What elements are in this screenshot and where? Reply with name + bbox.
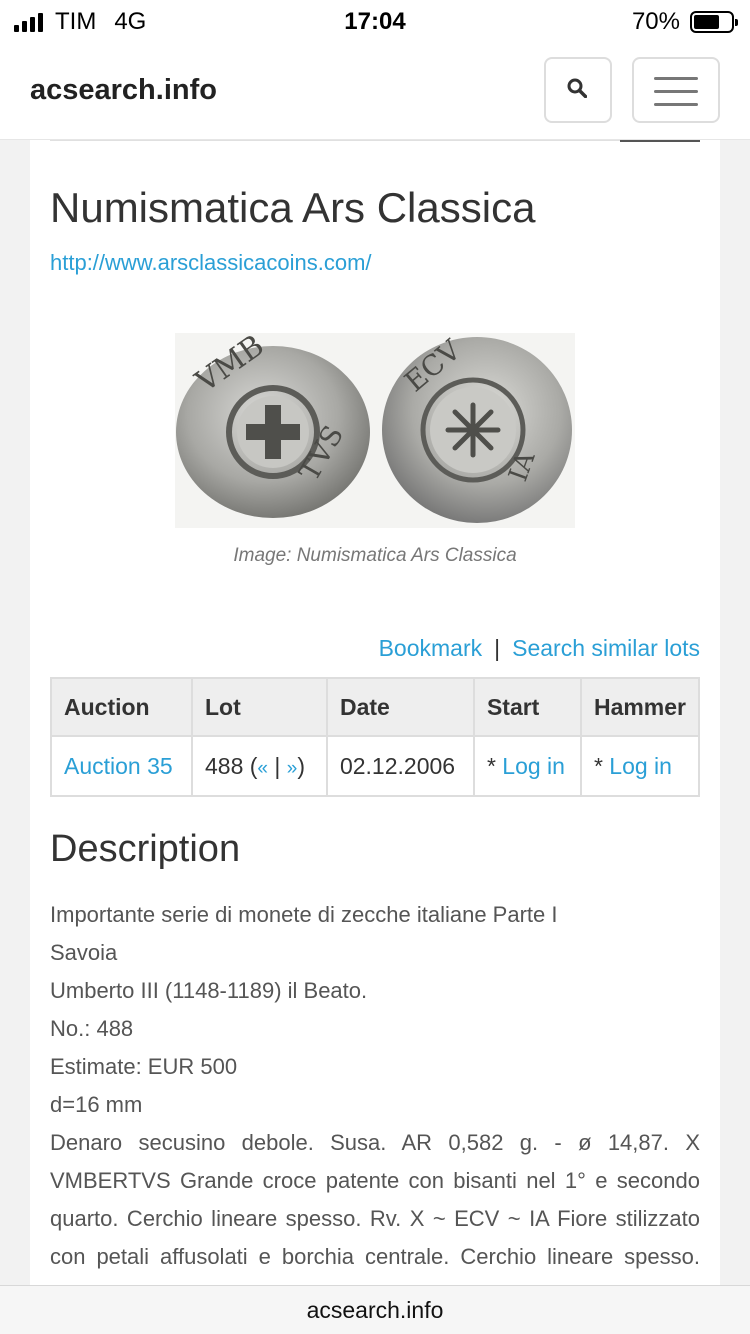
hammer-prefix: * <box>593 752 603 779</box>
menu-toggle-button[interactable] <box>632 57 720 123</box>
divider <box>50 140 700 141</box>
browser-url-bar[interactable]: acsearch.info <box>0 1285 750 1334</box>
coin-photo: VMB TVS ECV IA <box>176 328 572 523</box>
description-heading: Description <box>50 828 241 870</box>
description-line: d=16 mm <box>50 1092 143 1117</box>
lot-actions: Bookmark | Search similar lots <box>379 635 700 662</box>
start-cell: * Log in <box>472 735 582 797</box>
auction-cell: Auction 35 <box>50 735 193 797</box>
description-line: Importante serie di monete di zecche ita… <box>50 902 558 927</box>
search-button[interactable] <box>544 57 612 123</box>
description-line: Umberto III (1148-1189) il Beato. <box>50 978 368 1003</box>
lot-nav-separator: | <box>274 752 281 779</box>
site-header: acsearch.info <box>0 40 750 140</box>
table-row: Auction 35 488 (« | ») 02.12.2006 * Log … <box>50 735 701 797</box>
start-prefix: * <box>486 752 496 779</box>
lot-number: 488 <box>204 752 244 779</box>
start-login-link[interactable]: Log in <box>502 753 565 779</box>
description-line: Estimate: EUR 500 <box>50 1054 238 1079</box>
description-line: No.: 488 <box>50 1016 134 1041</box>
table-header-row: Auction Lot Date Start Hammer <box>50 677 701 737</box>
coin-image[interactable]: VMB TVS ECV IA <box>175 328 575 528</box>
image-caption: Image: Numismatica Ars Classica <box>233 545 517 566</box>
column-header-lot: Lot <box>190 677 328 737</box>
previous-lot-link[interactable]: « <box>257 758 268 779</box>
lot-detail-card: Numismatica Ars Classica http://www.arsc… <box>30 140 720 1290</box>
seller-name: Numismatica Ars Classica <box>50 184 536 231</box>
coin-obverse: VMB TVS <box>176 328 370 518</box>
bookmark-link[interactable]: Bookmark <box>379 635 483 661</box>
description-line: Savoia <box>50 940 118 965</box>
lot-cell: 488 (« | ») <box>190 735 328 797</box>
active-tab-indicator <box>620 140 700 142</box>
coin-reverse: ECV IA <box>382 333 572 523</box>
hammer-login-link[interactable]: Log in <box>609 753 672 779</box>
site-logo[interactable]: acsearch.info <box>30 74 217 107</box>
description-body: Importante serie di monete di zecche ita… <box>50 896 700 1290</box>
status-right: 70% <box>631 8 738 36</box>
hammer-cell: * Log in <box>579 735 701 797</box>
column-header-hammer: Hammer <box>579 677 701 737</box>
date-cell: 02.12.2006 <box>325 735 475 797</box>
lot-info-table: Auction Lot Date Start Hammer Auction 35… <box>50 677 701 797</box>
seller-website-link[interactable]: http://www.arsclassicacoins.com/ <box>50 250 372 276</box>
battery-level-fill <box>694 15 720 29</box>
action-separator: | <box>494 635 501 661</box>
column-header-date: Date <box>325 677 475 737</box>
column-header-start: Start <box>472 677 582 737</box>
next-lot-link[interactable]: » <box>287 758 298 779</box>
search-icon <box>567 78 587 98</box>
hamburger-menu-icon <box>654 77 698 116</box>
auction-link[interactable]: Auction 35 <box>64 753 173 779</box>
battery-percent: 70% <box>631 8 680 35</box>
column-header-auction: Auction <box>50 677 193 737</box>
description-paragraph: Denaro secusino debole. Susa. AR 0,582 g… <box>50 1130 700 1290</box>
status-bar: TIM 4G 17:04 70% <box>0 0 750 40</box>
battery-icon <box>690 11 738 33</box>
search-similar-link[interactable]: Search similar lots <box>512 635 700 661</box>
